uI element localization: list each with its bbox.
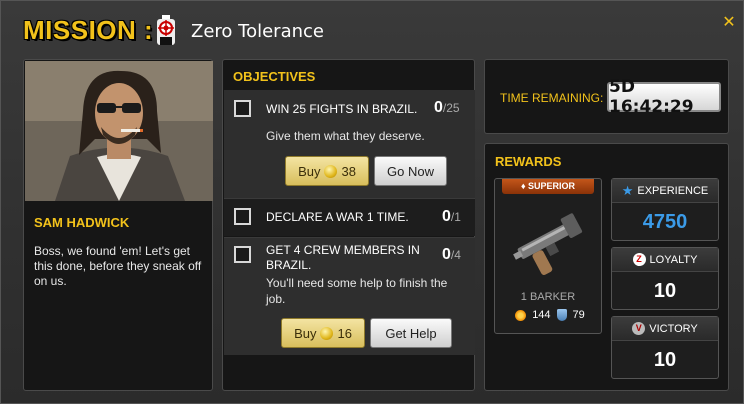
mission-name: Zero Tolerance — [191, 21, 324, 42]
objectives-panel: OBJECTIVES WIN 25 FIGHTS IN BRAZIL. 0/25… — [222, 59, 475, 391]
time-remaining-label: TIME REMAINING: — [500, 91, 604, 105]
rarity-badge: ♦ SUPERIOR — [502, 179, 594, 194]
objective-checkbox — [234, 100, 251, 117]
gold-icon — [320, 326, 334, 340]
objective-progress: 0/4 — [442, 246, 461, 264]
objective-progress-total: /1 — [450, 210, 461, 224]
objectives-header: OBJECTIVES — [233, 69, 316, 84]
objective-progress-count: 0 — [434, 99, 443, 116]
victory-icon: V — [632, 322, 646, 335]
title-bar: MISSION : Zero Tolerance ✕ — [1, 1, 744, 59]
rewards-header: REWARDS — [495, 154, 562, 169]
buy-button[interactable]: Buy 16 — [281, 318, 365, 348]
victory-value: 10 — [653, 349, 677, 371]
rarity-label: SUPERIOR — [528, 181, 576, 191]
objective-title: WIN 25 FIGHTS IN BRAZIL. — [266, 102, 418, 116]
character-portrait — [25, 61, 213, 201]
objective-progress-total: /25 — [442, 101, 460, 115]
objective-progress-total: /4 — [450, 248, 461, 262]
reward-item-card[interactable]: ♦ SUPERIOR 1 BARKER 144 79 — [494, 178, 602, 334]
gold-icon — [324, 164, 338, 178]
defense-icon — [556, 309, 567, 321]
objective-checkbox — [234, 208, 251, 225]
objective-item: GET 4 CREW MEMBERS IN BRAZIL. 0/4 You'll… — [224, 237, 475, 355]
loyalty-icon: Z — [632, 253, 646, 266]
objective-item: DECLARE A WAR 1 TIME. 0/1 — [224, 198, 475, 236]
buy-label: Buy — [298, 163, 321, 179]
get-help-button[interactable]: Get Help — [370, 318, 452, 348]
experience-reward: ★ EXPERIENCE 4750 — [611, 178, 719, 241]
victory-header: V VICTORY — [612, 317, 718, 341]
buy-label: Buy — [294, 325, 317, 341]
objective-title: GET 4 CREW MEMBERS IN BRAZIL. — [266, 243, 420, 272]
objective-progress: 0/1 — [442, 208, 461, 226]
gun-icon — [507, 203, 591, 284]
objective-progress-count: 0 — [442, 246, 451, 263]
buy-cost: 16 — [337, 325, 352, 341]
objective-description: Give them what they deserve. — [266, 129, 425, 143]
attack-icon — [515, 309, 527, 321]
go-now-button[interactable]: Go Now — [374, 156, 447, 186]
loyalty-header: Z LOYALTY — [612, 248, 718, 272]
time-remaining-value: 5D 16:42:29 — [607, 77, 721, 117]
objective-description: You'll need some help to finish the job. — [266, 276, 448, 306]
mission-label: MISSION : — [23, 15, 154, 45]
buy-button[interactable]: Buy 38 — [285, 156, 369, 186]
victory-label: VICTORY — [649, 322, 698, 335]
character-panel: SAM HADWICK Boss, we found 'em! Let's ge… — [23, 59, 213, 391]
objective-title: DECLARE A WAR 1 TIME. — [266, 210, 409, 224]
star-icon: ★ — [621, 182, 634, 198]
loyalty-value: 10 — [653, 280, 677, 302]
objective-progress: 0/25 — [434, 99, 460, 117]
experience-label: EXPERIENCE — [637, 184, 709, 197]
experience-header: ★ EXPERIENCE — [612, 179, 718, 203]
attack-value: 144 — [532, 309, 551, 321]
experience-value: 4750 — [642, 211, 688, 233]
victory-reward: V VICTORY 10 — [611, 316, 719, 379]
reward-item-name: 1 BARKER — [520, 291, 576, 303]
character-quote: Boss, we found 'em! Let's get this done,… — [34, 244, 202, 288]
defense-value: 79 — [572, 309, 585, 321]
buy-cost: 38 — [341, 163, 356, 179]
mission-dialog: MISSION : Zero Tolerance ✕ SAM HADWICK B… — [0, 0, 744, 404]
loyalty-reward: Z LOYALTY 10 — [611, 247, 719, 310]
timer-panel: TIME REMAINING: 5D 16:42:29 — [484, 59, 729, 134]
loyalty-label: LOYALTY — [649, 253, 698, 266]
target-icon — [153, 15, 179, 47]
objective-checkbox — [234, 246, 251, 263]
objective-progress-count: 0 — [442, 208, 451, 225]
reward-item-stats: 144 79 — [505, 309, 595, 321]
character-name: SAM HADWICK — [34, 215, 130, 230]
close-icon[interactable]: ✕ — [721, 15, 737, 31]
rewards-panel: REWARDS ♦ SUPERIOR 1 BARKER 144 79 ★ EXP… — [484, 143, 729, 391]
